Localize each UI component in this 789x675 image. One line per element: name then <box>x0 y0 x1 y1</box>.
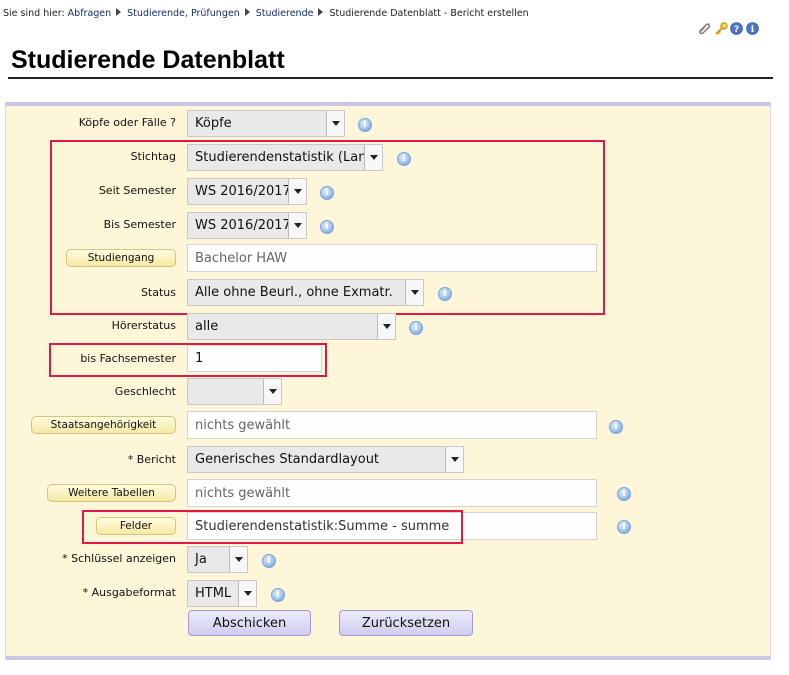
schluessel-anzeigen-select[interactable]: Ja <box>187 546 248 573</box>
info-icon[interactable]: i <box>617 487 631 501</box>
paperclip-icon[interactable] <box>698 20 711 35</box>
breadcrumb-link-studierende[interactable]: Studierende <box>256 8 314 19</box>
bericht-value: Generisches Standardlayout <box>195 452 380 467</box>
svg-text:i: i <box>751 25 755 35</box>
key-icon[interactable] <box>714 20 728 35</box>
info-icon[interactable]: i <box>746 20 759 35</box>
hoererstatus-value: alle <box>195 319 219 334</box>
chevron-down-icon <box>445 447 463 472</box>
chevron-down-icon <box>326 111 344 136</box>
staatsangehoerigkeit-button[interactable]: Staatsangehörigkeit <box>31 416 176 434</box>
ausgabeformat-label: * Ausgabeformat <box>82 586 176 599</box>
schluessel-anzeigen-value: Ja <box>195 552 207 567</box>
info-icon[interactable]: i <box>262 554 276 568</box>
page-title: Studierende Datenblatt <box>11 46 285 74</box>
ausgabeformat-select[interactable]: HTML <box>187 580 257 607</box>
koepfe-faelle-value: Köpfe <box>195 116 232 131</box>
staatsangehoerigkeit-field[interactable]: nichts gewählt <box>187 411 597 439</box>
highlight-box-fachsemester <box>49 343 327 377</box>
weitere-tabellen-field[interactable]: nichts gewählt <box>187 479 597 507</box>
weitere-tabellen-button[interactable]: Weitere Tabellen <box>47 484 176 502</box>
top-toolbar: ? i <box>698 20 759 35</box>
info-icon[interactable]: i <box>409 321 423 335</box>
geschlecht-label: Geschlecht <box>114 385 176 398</box>
info-icon[interactable]: i <box>617 520 631 534</box>
ausgabeformat-value: HTML <box>195 586 232 601</box>
bericht-label: * Bericht <box>127 453 176 466</box>
breadcrumb: Sie sind hier: Abfragen Studierende, Prüf… <box>3 8 529 19</box>
hoererstatus-select[interactable]: alle <box>187 313 396 340</box>
help-icon[interactable]: ? <box>730 20 743 35</box>
breadcrumb-arrow-icon <box>244 8 250 16</box>
breadcrumb-arrow-icon <box>116 8 122 16</box>
chevron-down-icon <box>238 581 256 606</box>
koepfe-faelle-select[interactable]: Köpfe <box>187 110 345 137</box>
info-icon[interactable]: i <box>609 420 623 434</box>
chevron-down-icon <box>263 379 281 404</box>
chevron-down-icon <box>229 547 247 572</box>
submit-button[interactable]: Abschicken <box>188 610 311 636</box>
highlight-box-stichtag-status <box>50 140 605 315</box>
koepfe-faelle-label: Köpfe oder Fälle ? <box>78 116 176 129</box>
breadcrumb-link-studierende-pruefungen[interactable]: Studierende, Prüfungen <box>127 8 240 19</box>
breadcrumb-current: Studierende Datenblatt - Bericht erstell… <box>329 8 529 19</box>
breadcrumb-link-abfragen[interactable]: Abfragen <box>68 8 112 19</box>
info-icon[interactable]: i <box>358 118 372 132</box>
info-icon[interactable]: i <box>271 588 285 602</box>
breadcrumb-arrow-icon <box>318 8 324 16</box>
title-divider <box>8 77 773 79</box>
svg-text:?: ? <box>734 25 739 35</box>
schluessel-anzeigen-label: * Schlüssel anzeigen <box>62 552 176 565</box>
highlight-box-felder <box>82 510 463 544</box>
chevron-down-icon <box>377 314 395 339</box>
geschlecht-select[interactable] <box>187 378 282 405</box>
bericht-select[interactable]: Generisches Standardlayout <box>187 446 464 473</box>
breadcrumb-prefix: Sie sind hier: <box>3 8 65 19</box>
reset-button[interactable]: Zurücksetzen <box>339 610 473 636</box>
hoererstatus-label: Hörerstatus <box>111 319 176 332</box>
